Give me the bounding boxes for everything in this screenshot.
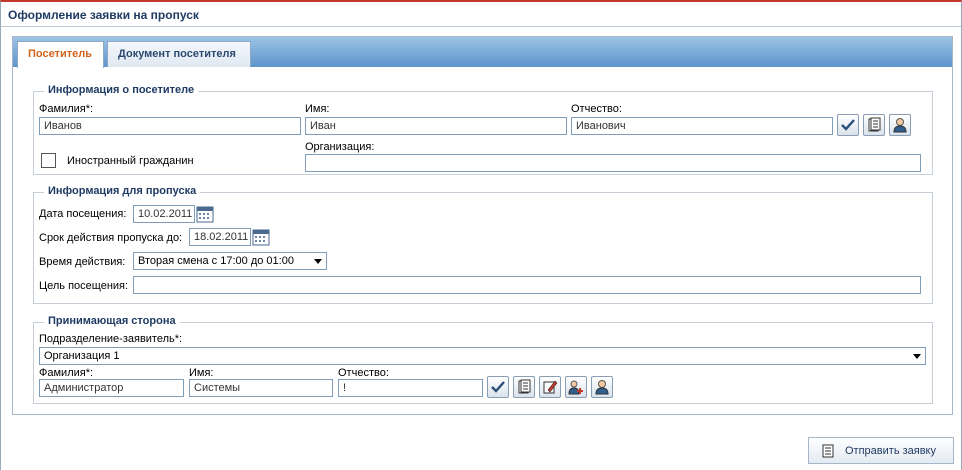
visitor-document-button[interactable] — [863, 114, 885, 136]
receiver-add-user-button[interactable] — [565, 376, 587, 398]
department-select[interactable]: Организация 1 — [39, 347, 926, 365]
visitor-first-name-input[interactable]: Иван — [305, 117, 567, 135]
department-select-value: Организация 1 — [44, 350, 120, 362]
tab-visitor[interactable]: Посетитель — [17, 41, 104, 68]
visit-date-calendar-icon[interactable] — [196, 205, 214, 223]
time-select-value: Вторая смена с 17:00 до 01:00 — [138, 255, 294, 267]
receiver-edit-button[interactable] — [539, 376, 561, 398]
visitor-patronymic-input[interactable]: Иванович — [571, 117, 833, 135]
time-select[interactable]: Вторая смена с 17:00 до 01:00 — [133, 252, 327, 270]
submit-request-button[interactable]: Отправить заявку — [808, 437, 954, 464]
visitor-info-legend: Информация о посетителе — [44, 84, 199, 96]
visitor-first-name-label: Имя: — [305, 103, 330, 115]
foreign-citizen-checkbox[interactable] — [41, 153, 56, 168]
visit-date-input[interactable]: 10.02.2011 — [133, 205, 195, 223]
time-label: Время действия: — [39, 256, 126, 268]
document-icon — [868, 117, 881, 132]
receiver-last-name-label: Фамилия*: — [39, 367, 94, 379]
chevron-down-icon — [913, 354, 921, 359]
title-divider — [1, 26, 961, 27]
purpose-input[interactable] — [133, 276, 921, 294]
user-icon — [595, 380, 609, 395]
receiver-document-button[interactable] — [513, 376, 535, 398]
visitor-check-button[interactable] — [837, 114, 859, 136]
check-icon — [491, 381, 505, 393]
visit-date-label: Дата посещения: — [39, 208, 127, 220]
receiver-patronymic-input[interactable]: ! — [338, 379, 483, 397]
receiver-patronymic-label: Отчество: — [338, 367, 389, 379]
edit-icon — [543, 380, 558, 394]
receiver-user-button[interactable] — [591, 376, 613, 398]
department-label: Подразделение-заявитель*: — [39, 333, 183, 345]
receiver-first-name-input[interactable]: Системы — [189, 379, 333, 397]
valid-until-calendar-icon[interactable] — [252, 228, 270, 246]
receiver-last-name-input[interactable]: Администратор — [39, 379, 184, 397]
foreign-citizen-label: Иностранный гражданин — [67, 155, 194, 167]
add-user-icon — [568, 380, 583, 395]
check-icon — [841, 119, 855, 131]
organization-input[interactable] — [305, 154, 921, 172]
receiver-check-button[interactable] — [487, 376, 509, 398]
send-document-icon — [822, 444, 834, 457]
receiver-first-name-label: Имя: — [189, 367, 214, 379]
user-icon — [893, 118, 907, 133]
valid-until-label: Срок действия пропуска до: — [39, 232, 183, 244]
window-title: Оформление заявки на пропуск — [8, 8, 199, 22]
pass-info-legend: Информация для пропуска — [44, 185, 201, 197]
receiving-legend: Принимающая сторона — [44, 315, 180, 327]
window: Оформление заявки на пропуск Посетитель … — [0, 0, 962, 470]
tab-visitor-document[interactable]: Документ посетителя — [107, 41, 251, 67]
tab-panel: Посетитель Документ посетителя Информаци… — [12, 36, 953, 415]
organization-label: Организация: — [305, 141, 375, 153]
purpose-label: Цель посещения: — [39, 280, 129, 292]
visitor-last-name-input[interactable]: Иванов — [39, 117, 301, 135]
visitor-patronymic-label: Отчество: — [571, 103, 622, 115]
visitor-user-button[interactable] — [889, 114, 911, 136]
visitor-last-name-label: Фамилия*: — [39, 103, 94, 115]
chevron-down-icon — [314, 259, 322, 264]
valid-until-input[interactable]: 18.02.2011 — [189, 228, 251, 246]
submit-request-label: Отправить заявку — [845, 444, 936, 457]
document-icon — [518, 379, 531, 394]
